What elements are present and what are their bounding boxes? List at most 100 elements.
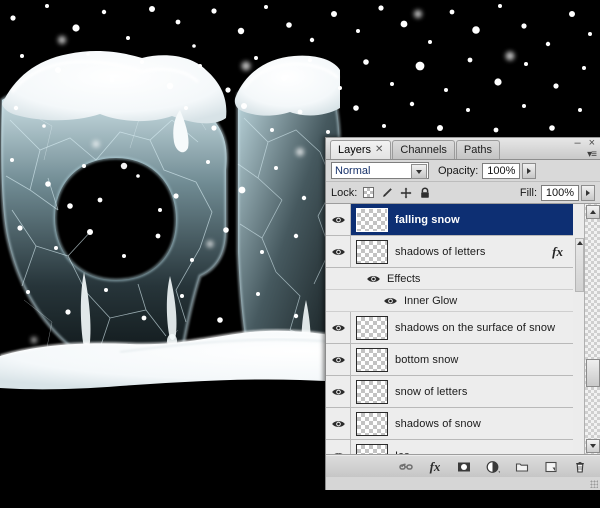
new-adjustment-layer-button[interactable] <box>485 459 501 475</box>
lock-position-icon[interactable] <box>400 187 412 199</box>
tab-layers[interactable]: Layers ✕ <box>330 140 392 159</box>
layer-visibility-toggle[interactable] <box>326 376 351 407</box>
layer-thumbnail <box>356 443 388 454</box>
tab-paths[interactable]: Paths <box>455 140 501 159</box>
layer-visibility-toggle[interactable] <box>326 312 351 343</box>
fill-label: Fill: <box>519 186 537 199</box>
layer-visibility-toggle[interactable] <box>326 440 351 454</box>
chevron-down-icon[interactable] <box>411 164 427 179</box>
opacity-input[interactable]: 100% <box>482 162 521 179</box>
scroll-up-button[interactable] <box>586 205 600 219</box>
lock-image-pixels-icon[interactable] <box>381 187 393 199</box>
layer-row-shadows-of-letters[interactable]: shadows of letters fx <box>326 236 573 268</box>
layers-panel: Layers ✕ Channels Paths – × ▾≡ Normal Op… <box>325 137 600 490</box>
new-layer-icon <box>545 461 557 472</box>
layer-thumbnail <box>356 239 388 264</box>
layer-thumbnail-cell[interactable] <box>351 315 393 340</box>
layer-style-button[interactable]: fx <box>427 459 443 475</box>
tab-paths-label: Paths <box>463 144 493 156</box>
layer-effects-scroll-indicator[interactable] <box>575 238 584 292</box>
eye-icon <box>331 248 345 255</box>
eye-icon[interactable] <box>366 274 381 284</box>
fill-group: Fill: 100% <box>511 184 595 201</box>
delete-layer-button[interactable] <box>572 459 588 475</box>
layer-thumbnail <box>356 379 388 404</box>
layer-visibility-toggle[interactable] <box>326 204 351 235</box>
layer-row-bottom-snow[interactable]: bottom snow <box>326 344 573 376</box>
layer-thumbnail <box>355 206 389 233</box>
blend-mode-value: Normal <box>335 164 371 177</box>
layer-thumbnail-cell[interactable] <box>351 379 393 404</box>
layer-thumbnail-cell[interactable] <box>351 443 393 454</box>
window-buttons: – × <box>574 138 595 149</box>
layer-name: snow of letters <box>395 385 468 398</box>
eye-icon[interactable] <box>383 296 398 306</box>
layer-thumbnail <box>356 347 388 372</box>
scroll-down-button[interactable] <box>586 439 600 453</box>
new-layer-button[interactable] <box>543 459 559 475</box>
lock-label: Lock: <box>331 186 358 199</box>
new-group-button[interactable] <box>514 459 530 475</box>
layer-name: shadows of letters <box>395 245 486 258</box>
fill-slider-arrow-icon[interactable] <box>581 184 595 201</box>
layer-row-shadows-of-snow[interactable]: shadows of snow <box>326 408 573 440</box>
blend-opacity-row: Normal Opacity: 100% <box>326 160 600 182</box>
link-layers-button[interactable] <box>398 459 414 475</box>
tab-channels[interactable]: Channels <box>392 140 455 159</box>
close-icon[interactable]: × <box>589 138 595 149</box>
tab-close-icon[interactable]: ✕ <box>375 141 383 159</box>
fill-input[interactable]: 100% <box>541 184 579 201</box>
layer-name: Ice <box>393 450 573 455</box>
layer-name: shadows on the surface of snow <box>395 321 556 334</box>
eye-icon <box>331 216 345 223</box>
layer-thumbnail-cell[interactable] <box>351 411 393 436</box>
layer-visibility-toggle[interactable] <box>326 236 351 267</box>
opacity-label: Opacity: <box>438 164 479 177</box>
layer-effects-row[interactable]: Effects <box>326 268 573 290</box>
eye-icon <box>331 324 345 331</box>
lock-transparent-pixels-icon[interactable] <box>363 187 375 198</box>
layer-list: falling snow shadows of letters fx Effec… <box>326 204 600 455</box>
panel-menu-icon[interactable]: ▾≡ <box>587 149 597 160</box>
lock-fill-row: Lock: Fill: 100% <box>326 182 600 204</box>
tab-channels-label: Channels <box>400 144 447 156</box>
layer-row-shadows-on-the-surface-of-snow[interactable]: shadows on the surface of snow <box>326 312 573 344</box>
layer-thumbnail-cell[interactable] <box>351 206 393 233</box>
layer-thumbnail-cell[interactable] <box>351 347 393 372</box>
opacity-slider-arrow-icon[interactable] <box>522 162 537 179</box>
effects-group-label: Effects <box>387 272 421 285</box>
layer-thumbnail <box>356 315 388 340</box>
eye-icon <box>331 420 345 427</box>
adjustment-icon <box>486 460 501 473</box>
layer-name: bottom snow <box>395 353 459 366</box>
layer-list-scrollbar[interactable] <box>584 204 600 454</box>
layer-effects-badge[interactable]: fx <box>552 244 573 260</box>
link-icon <box>399 463 413 470</box>
panel-tabstrip: Layers ✕ Channels Paths – × ▾≡ <box>326 138 600 160</box>
eye-icon <box>331 356 345 363</box>
fx-icon: fx <box>429 458 441 474</box>
layers-panel-toolbar: fx <box>326 455 600 488</box>
scrollbar-thumb[interactable] <box>586 359 600 387</box>
layer-row-snow-of-letters[interactable]: snow of letters <box>326 376 573 408</box>
add-layer-mask-button[interactable] <box>456 459 472 475</box>
layer-visibility-toggle[interactable] <box>326 408 351 439</box>
tab-layers-label: Layers <box>338 144 372 156</box>
lock-icon-group <box>363 187 431 199</box>
layer-visibility-toggle[interactable] <box>326 344 351 375</box>
layer-thumbnail-cell[interactable] <box>351 239 393 264</box>
trash-icon <box>576 461 584 473</box>
mask-icon <box>458 462 470 471</box>
layer-row-ice[interactable]: Ice <box>326 440 573 455</box>
blend-mode-select[interactable]: Normal <box>331 162 429 179</box>
lock-all-icon[interactable] <box>419 187 431 199</box>
layer-row-falling-snow[interactable]: falling snow <box>326 204 573 236</box>
effect-name: Inner Glow <box>404 294 458 307</box>
minimize-icon[interactable]: – <box>574 138 580 149</box>
layer-effect-inner-glow-row[interactable]: Inner Glow <box>326 290 573 312</box>
layer-name: falling snow <box>395 213 460 226</box>
eye-icon <box>331 388 345 395</box>
eye-icon <box>333 452 343 454</box>
panel-resize-grip[interactable] <box>590 480 598 488</box>
layer-thumbnail <box>356 411 388 436</box>
